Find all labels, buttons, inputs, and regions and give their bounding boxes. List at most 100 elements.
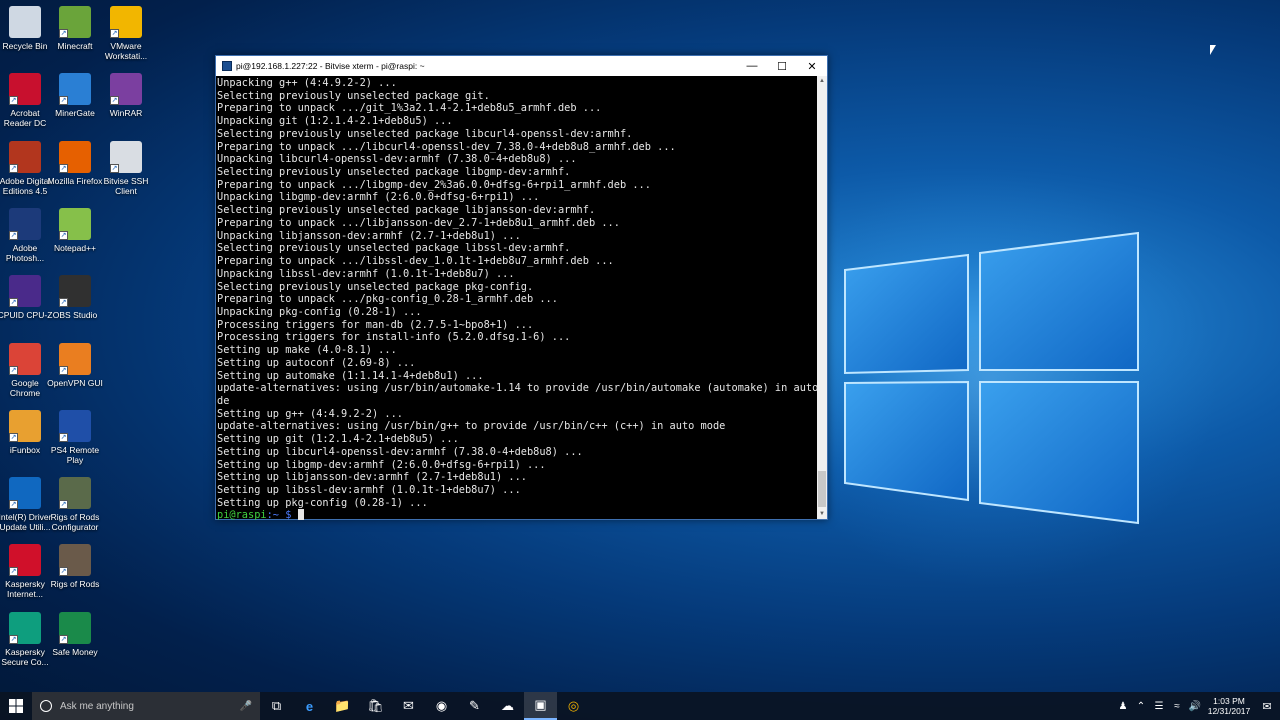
terminal-line: Setting up make (4.0-8.1) ...	[217, 344, 397, 357]
shortcut-arrow-icon: ↗	[9, 567, 18, 577]
desktop-icon-label: Safe Money	[52, 646, 98, 657]
photoshop-icon: ↗	[9, 207, 41, 240]
taskbar-app-notepad[interactable]: ✎	[458, 692, 491, 720]
microphone-icon[interactable]: 🎤	[240, 701, 252, 712]
desktop-icon-vmware[interactable]: ↗ VMware Workstati...	[97, 6, 155, 61]
start-button[interactable]	[0, 692, 32, 720]
terminal-line: Setting up automake (1:1.14.1-4+deb8u1) …	[217, 369, 484, 382]
bitvise-xterm-window[interactable]: pi@192.168.1.227:22 - Bitvise xterm - pi…	[215, 55, 828, 522]
shortcut-arrow-icon: ↗	[9, 298, 18, 308]
terminal-output[interactable]: Unpacking g++ (4:4.9.2-2) ... Selecting p…	[216, 76, 817, 522]
desktop-icon-rigs-of-rods[interactable]: ↗ Rigs of Rods Configurator	[46, 477, 104, 532]
close-button[interactable]: ✕	[797, 56, 827, 76]
desktop-icon-winrar[interactable]: ↗ WinRAR	[97, 73, 155, 118]
shortcut-arrow-icon: ↗	[110, 29, 119, 38]
desktop-icon-label: Bitvise SSH Client	[103, 175, 149, 196]
desktop-icon-bitvise[interactable]: ↗ Bitvise SSH Client	[97, 140, 155, 196]
search-placeholder: Ask me anything	[60, 700, 134, 712]
vmware-icon: ↗	[110, 6, 142, 38]
desktop-icon-ps4-remote-play[interactable]: ↗ PS4 Remote Play	[46, 409, 104, 465]
system-tray: ♟ ⌃ ☰ ≈ 🔊 1:03 PM 12/31/2017 ✉	[1114, 692, 1280, 720]
file-explorer-icon: 📁	[334, 698, 351, 713]
taskbar-app-task-view[interactable]: ⧉	[260, 692, 293, 720]
shortcut-arrow-icon: ↗	[110, 96, 119, 106]
taskbar-app-minergate[interactable]: ◉	[425, 692, 458, 720]
desktop-icon-safe-money[interactable]: ↗ Safe Money	[46, 611, 104, 657]
shortcut-arrow-icon: ↗	[59, 298, 68, 308]
taskbar-app-bitvise[interactable]: ☁	[491, 692, 524, 720]
desktop-icon-firefox[interactable]: ↗ Mozilla Firefox	[46, 140, 104, 186]
terminal-line: Setting up autoconf (2.69-8) ...	[217, 356, 416, 369]
terminal-line: Unpacking libjansson-dev:armhf (2.7-1+de…	[217, 229, 521, 242]
terminal-line: Unpacking pkg-config (0.28-1) ...	[217, 305, 422, 318]
terminal-line: Preparing to unpack .../git_1%3a2.1.4-2.…	[217, 102, 602, 115]
taskbar-app-file-explorer[interactable]: 📁	[326, 692, 359, 720]
cortana-icon	[40, 700, 52, 712]
scrollbar-thumb[interactable]	[818, 471, 826, 507]
scroll-down-icon[interactable]: ▼	[817, 509, 827, 519]
terminal-prompt[interactable]: pi@raspi:~ $	[217, 509, 817, 522]
terminal-line: Unpacking g++ (4:4.9.2-2) ...	[217, 77, 397, 89]
network-icon[interactable]: ☰	[1150, 701, 1168, 712]
action-center-icon[interactable]: ✉	[1254, 700, 1280, 713]
desktop-icon-rigs-of-rods[interactable]: ↗ Rigs of Rods	[46, 544, 104, 589]
people-icon[interactable]: ♟	[1114, 701, 1132, 712]
desktop-icon-minecraft[interactable]: ↗ Minecraft	[46, 6, 104, 51]
bitvise-icon: ☁	[501, 698, 514, 713]
shortcut-arrow-icon: ↗	[59, 230, 68, 240]
desktop-icon-notepad-plus-plus[interactable]: ↗ Notepad++	[46, 207, 104, 253]
maximize-button[interactable]: ☐	[767, 56, 797, 76]
shortcut-arrow-icon: ↗	[9, 230, 18, 240]
rigs-of-rods-icon: ↗	[59, 477, 91, 510]
taskbar-clock[interactable]: 1:03 PM 12/31/2017	[1204, 696, 1254, 716]
terminal-line: Selecting previously unselected package …	[217, 204, 596, 217]
edge-icon: e	[305, 698, 314, 714]
terminal-line: Selecting previously unselected package …	[217, 166, 571, 179]
winrar-icon: ↗	[110, 73, 142, 106]
desktop-icon-label: OBS Studio	[52, 310, 98, 321]
desktop-icon-label: MinerGate	[55, 108, 95, 119]
terminal-line: Setting up libcurl4-openssl-dev:armhf (7…	[217, 445, 583, 458]
volume-icon[interactable]: 🔊	[1186, 701, 1204, 712]
terminal-line: update-alternatives: using /usr/bin/g++ …	[217, 420, 726, 433]
chevron-up-icon[interactable]: ⌃	[1132, 701, 1150, 712]
shortcut-arrow-icon: ↗	[9, 432, 18, 442]
adobe-digital-editions-icon: ↗	[9, 140, 41, 173]
taskbar: Ask me anything 🎤 ⧉ e 📁 🛍 ✉ ◉ ✎ ☁ ▣ ◎ ♟ ⌃ ☰ ≈ 🔊 1…	[0, 692, 1280, 720]
intel-icon: ↗	[9, 477, 41, 510]
minimize-button[interactable]: —	[737, 56, 767, 76]
taskbar-pinned-apps: ⧉ e 📁 🛍 ✉ ◉ ✎ ☁ ▣ ◎	[260, 692, 590, 720]
shortcut-arrow-icon: ↗	[59, 163, 68, 173]
desktop-icon-obs[interactable]: ↗ OBS Studio	[46, 275, 104, 320]
shortcut-arrow-icon: ↗	[9, 634, 18, 644]
terminal-line: Unpacking git (1:2.1.4-2.1+deb8u5) ...	[217, 115, 453, 128]
terminal-line: Preparing to unpack .../libssl-dev_1.0.1…	[217, 255, 614, 268]
taskbar-app-chrome[interactable]: ◎	[557, 692, 590, 720]
ps4-remote-play-icon: ↗	[59, 409, 91, 442]
shortcut-arrow-icon: ↗	[9, 365, 18, 375]
mail-icon: ✉	[403, 698, 414, 713]
window-title-bar[interactable]: pi@192.168.1.227:22 - Bitvise xterm - pi…	[216, 56, 827, 76]
desktop-icon-openvpn[interactable]: ↗ OpenVPN GUI	[46, 342, 104, 388]
desktop-icon-label: VMware Workstati...	[104, 41, 148, 61]
taskbar-app-store[interactable]: 🛍	[359, 692, 392, 720]
shortcut-arrow-icon: ↗	[59, 29, 68, 38]
shortcut-arrow-icon: ↗	[59, 96, 68, 106]
taskbar-app-bitvise-xterm[interactable]: ▣	[524, 692, 557, 720]
cortana-search-box[interactable]: Ask me anything 🎤	[32, 692, 260, 720]
terminal-line: Setting up git (1:2.1.4-2.1+deb8u5) ...	[217, 433, 459, 446]
acrobat-icon: ↗	[9, 73, 41, 106]
prompt-path: :~ $	[266, 509, 292, 522]
wifi-icon[interactable]: ≈	[1168, 701, 1186, 712]
mouse-cursor-icon	[1210, 45, 1216, 55]
desktop-icon-label: PS4 Remote Play	[50, 444, 100, 465]
terminal-scrollbar[interactable]: ▲ ▼	[817, 76, 827, 519]
terminal-line: Setting up libjansson-dev:armhf (2.7-1+d…	[217, 471, 527, 484]
terminal-line: Processing triggers for man-db (2.7.5-1~…	[217, 318, 534, 331]
clock-date: 12/31/2017	[1207, 706, 1251, 716]
desktop-icon-minergate[interactable]: ↗ MinerGate	[46, 73, 104, 118]
taskbar-app-edge[interactable]: e	[293, 692, 326, 720]
kaspersky-secure-icon: ↗	[9, 611, 41, 644]
scroll-up-icon[interactable]: ▲	[817, 76, 827, 86]
taskbar-app-mail[interactable]: ✉	[392, 692, 425, 720]
